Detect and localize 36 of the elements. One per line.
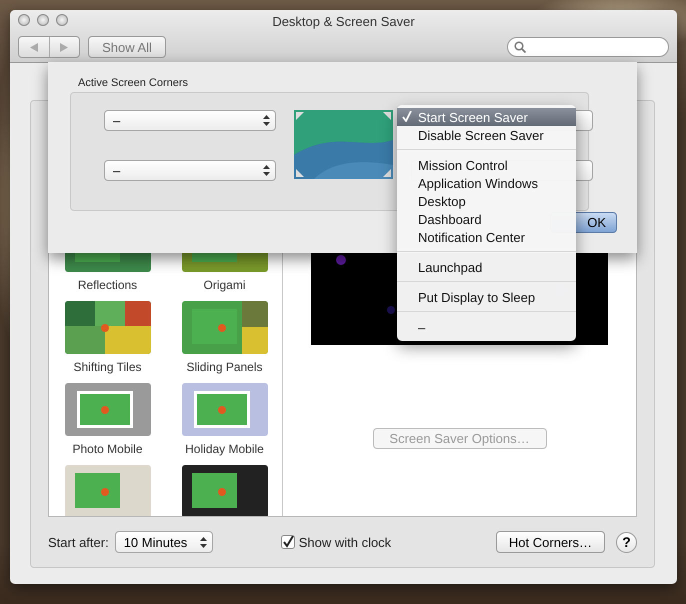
window-title: Desktop & Screen Saver — [272, 14, 415, 28]
menu-item[interactable]: Put Display to Sleep — [397, 288, 576, 306]
menu-item[interactable]: Launchpad — [397, 258, 576, 276]
menu-item[interactable]: Start Screen Saver — [397, 108, 576, 126]
screen-saver-label: Shifting Tiles — [73, 360, 142, 374]
left-triangle-icon — [30, 42, 38, 52]
screen-saver-label: Reflections — [78, 278, 138, 292]
menu-item[interactable]: Application Windows — [397, 174, 576, 192]
menu-item[interactable]: Disable Screen Saver — [397, 126, 576, 144]
corner-popup[interactable]: – — [104, 110, 276, 131]
screen-saver-label: Photo Mobile — [72, 442, 143, 456]
close-button[interactable] — [18, 14, 30, 26]
menu-item[interactable]: Desktop — [397, 192, 576, 210]
screen-saver-label: Origami — [203, 278, 246, 292]
search-field[interactable] — [507, 37, 669, 57]
corner-popup[interactable]: – — [104, 160, 276, 181]
checkmark-icon — [282, 536, 294, 548]
menu-item[interactable]: Mission Control — [397, 156, 576, 174]
show-with-clock-checkbox[interactable]: Show with clock — [280, 534, 392, 550]
search-icon — [514, 41, 526, 53]
zoom-button[interactable] — [56, 14, 68, 26]
right-triangle-icon — [60, 42, 68, 52]
updown-arrows-icon — [263, 115, 270, 126]
screen-saver-label: Holiday Mobile — [185, 442, 264, 456]
start-after-popup[interactable]: 10 Minutes — [114, 531, 213, 554]
checkmark-icon — [402, 110, 412, 122]
hot-corners-button[interactable]: Hot Corners… — [496, 531, 605, 554]
screen-saver-label: Sliding Panels — [186, 360, 263, 374]
show-all-button[interactable]: Show All — [88, 36, 166, 58]
start-after-label: Start after: — [48, 534, 109, 550]
minimize-button[interactable] — [37, 14, 49, 26]
updown-arrows-icon — [263, 165, 270, 176]
updown-arrows-icon — [200, 536, 207, 548]
sheet-title: Active Screen Corners — [78, 77, 190, 90]
menu-item[interactable]: – — [397, 318, 576, 336]
help-button[interactable]: ? — [616, 532, 637, 553]
